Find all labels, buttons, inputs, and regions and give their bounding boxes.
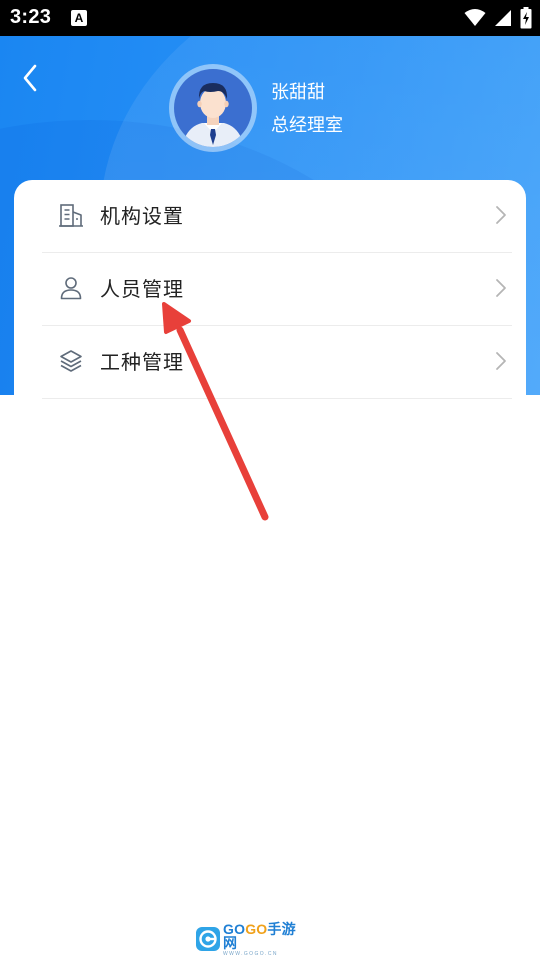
wifi-icon: [464, 9, 486, 26]
gogo-watermark-logo: GOGO手游网 WWW.GOGO.CN: [196, 922, 306, 957]
menu-item-label: 机构设置: [100, 204, 184, 228]
battery-charging-icon: [520, 7, 532, 29]
menu-item-organization-settings[interactable]: 机构设置: [42, 180, 512, 253]
menu-item-label: 工种管理: [100, 350, 184, 374]
status-time: 3:23: [10, 6, 52, 28]
notification-a-icon: A: [71, 10, 87, 26]
chevron-left-icon: [23, 64, 37, 92]
menu-card: 机构设置 人员管理 工种管理: [14, 180, 526, 440]
chevron-right-icon: [496, 279, 506, 297]
layers-icon: [60, 350, 82, 372]
chevron-right-icon: [496, 352, 506, 370]
app-screen: 3:23 A 张甜甜 总经理室 机构设置 人员管理 工种管理 GOGO手游网 W…: [0, 0, 540, 960]
back-button[interactable]: [14, 60, 46, 96]
menu-item-job-type-management[interactable]: 工种管理: [42, 326, 512, 399]
watermark-url: WWW.GOGO.CN: [223, 950, 278, 957]
watermark-brand: GOGO手游网: [223, 920, 296, 951]
building-icon: [59, 204, 83, 227]
menu-item-label: 人员管理: [100, 277, 184, 301]
chevron-right-icon: [496, 206, 506, 224]
user-department: 总经理室: [271, 115, 343, 136]
user-avatar-icon: [174, 69, 252, 147]
status-bar: 3:23 A: [0, 0, 540, 36]
user-name: 张甜甜: [271, 82, 325, 103]
menu-item-personnel-management[interactable]: 人员管理: [42, 253, 512, 326]
avatar[interactable]: [169, 64, 257, 152]
watermark-text: GOGO手游网 WWW.GOGO.CN: [223, 922, 306, 957]
person-icon: [60, 277, 82, 300]
signal-icon: [495, 10, 511, 26]
gamepad-logo-icon: [196, 927, 220, 951]
status-icons: [464, 6, 532, 30]
